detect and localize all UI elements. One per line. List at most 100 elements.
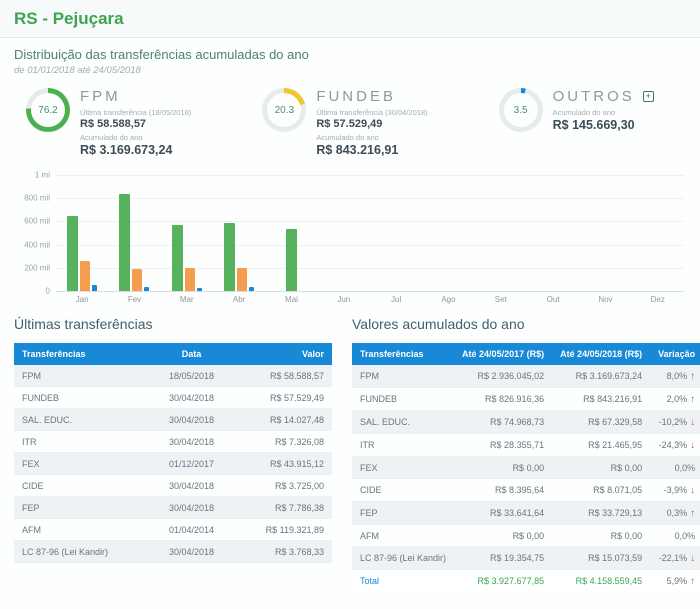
accum-2017-value: R$ 28.355,71 (454, 434, 552, 457)
fundeb-donut-chart: 20.3 (262, 88, 306, 132)
x-tick-out: Out (527, 295, 579, 304)
bar-fpm-mai[interactable] (286, 229, 297, 291)
x-tick-jul: Jul (370, 295, 422, 304)
latest-cell-8-2: R$ 3.768,33 (232, 541, 332, 563)
x-tick-nov: Nov (579, 295, 631, 304)
latest-cell-0-0: FPM (14, 365, 151, 387)
latest-cell-2-2: R$ 14.027,48 (232, 409, 332, 431)
outros-title-row: OUTROS+ (553, 88, 654, 105)
bar-outros-mar[interactable] (197, 288, 202, 291)
accum-name: FEP (352, 502, 454, 525)
x-tick-dez: Dez (632, 295, 684, 304)
accum-name: Total (352, 570, 454, 593)
x-tick-mai: Mai (265, 295, 317, 304)
month-group-mar (161, 175, 213, 291)
accum-2018-value: R$ 21.465,95 (552, 434, 650, 457)
accumulated-values-table: TransferênciasAté 24/05/2017 (R$)Até 24/… (352, 343, 700, 592)
intro-section: Distribuição das transferências acumulad… (0, 38, 700, 76)
variation-percent: 0,0% (675, 531, 696, 541)
fundeb-line-1-value: R$ 843.216,91 (316, 143, 427, 157)
accum-col-header-3: Variação (650, 343, 700, 365)
month-group-mai (265, 175, 317, 291)
outros-donut-chart: 3.5 (499, 88, 543, 132)
latest-cell-4-1: 01/12/2017 (151, 453, 233, 475)
bar-fundeb-abr[interactable] (237, 268, 247, 291)
latest-cell-4-2: R$ 43.915,12 (232, 453, 332, 475)
bar-fpm-fev[interactable] (119, 194, 130, 291)
accum-variation: 0,0% (650, 525, 700, 547)
y-tick-label: 0 (12, 287, 50, 296)
bar-outros-abr[interactable] (249, 287, 254, 291)
bar-outros-jan[interactable] (92, 285, 97, 291)
fpm-line-1-label: Acumulado do ano (80, 133, 191, 142)
bar-fpm-mar[interactable] (172, 225, 183, 291)
fpm-percent-value: 76.2 (38, 105, 57, 116)
accum-total-row: TotalR$ 3.927.677,85R$ 4.158.559,455,9%↑ (352, 570, 700, 593)
accum-name: FPM (352, 365, 454, 388)
accum-2017-value: R$ 826.916,36 (454, 388, 552, 411)
outros-line-0-label: Acumulado do ano (553, 108, 654, 117)
bar-outros-fev[interactable] (144, 287, 149, 291)
fpm-stat-body: FPMÚltima transferência (18/05/2018)R$ 5… (80, 88, 191, 157)
latest-cell-1-0: FUNDEB (14, 387, 151, 409)
accum-header-row: TransferênciasAté 24/05/2017 (R$)Até 24/… (352, 343, 700, 365)
fundeb-line-1-label: Acumulado do ano (316, 133, 427, 142)
accum-name: ITR (352, 434, 454, 457)
latest-table-row: AFM01/04/2014R$ 119.321,89 (14, 519, 332, 541)
stat-card-fundeb: 20.3FUNDEBÚltima transferência (30/04/20… (262, 88, 468, 157)
latest-transfers-title: Últimas transferências (14, 316, 332, 332)
bar-fundeb-mar[interactable] (185, 268, 195, 291)
accum-table-row: FUNDEBR$ 826.916,36R$ 843.216,912,0%↑ (352, 388, 700, 411)
x-tick-fev: Fev (108, 295, 160, 304)
variation-percent: 8,0% (667, 371, 688, 381)
accum-table-row: AFMR$ 0,00R$ 0,000,0% (352, 525, 700, 547)
outros-stat-body: OUTROS+Acumulado do anoR$ 145.669,30 (553, 88, 654, 157)
fpm-title-row: FPM (80, 88, 191, 105)
variation-up-arrow-icon: ↑ (690, 394, 695, 405)
latest-cell-6-0: FEP (14, 497, 151, 519)
accum-table-row: FEXR$ 0,00R$ 0,000,0% (352, 457, 700, 479)
accum-2017-value: R$ 33.641,64 (454, 502, 552, 525)
accum-table-row: FEPR$ 33.641,64R$ 33.729,130,3%↑ (352, 502, 700, 525)
y-tick-label: 600 mil (12, 217, 50, 226)
x-tick-ago: Ago (422, 295, 474, 304)
stats-row: 76.2 FPMÚltima transferência (18/05/2018)… (0, 76, 700, 165)
fpm-donut-hole: 76.2 (31, 93, 65, 127)
accum-name: SAL. EDUC. (352, 411, 454, 434)
bar-fpm-jan[interactable] (67, 216, 78, 291)
bar-fpm-abr[interactable] (224, 223, 235, 291)
y-tick-label: 1 mi (12, 171, 50, 180)
variation-percent: -3,9% (664, 485, 688, 495)
accum-2018-value: R$ 67.329,58 (552, 411, 650, 434)
variation-down-arrow-icon: ↓ (690, 553, 695, 564)
x-tick-mar: Mar (161, 295, 213, 304)
fpm-line-1-value: R$ 3.169.673,24 (80, 143, 191, 157)
latest-table-row: FEX01/12/2017R$ 43.915,12 (14, 453, 332, 475)
latest-table-row: FUNDEB30/04/2018R$ 57.529,49 (14, 387, 332, 409)
bar-fundeb-fev[interactable] (132, 269, 142, 291)
accum-2018-value: R$ 33.729,13 (552, 502, 650, 525)
outros-percent-value: 3.5 (514, 105, 528, 116)
variation-down-arrow-icon: ↓ (690, 440, 695, 451)
latest-cell-7-2: R$ 119.321,89 (232, 519, 332, 541)
latest-transfers-table: TransferênciasDataValorFPM18/05/2018R$ 5… (14, 343, 332, 563)
accum-2017-value: R$ 19.354,75 (454, 547, 552, 570)
accum-2018-value: R$ 0,00 (552, 525, 650, 547)
accum-table-row: ITRR$ 28.355,71R$ 21.465,95-24,3%↓ (352, 434, 700, 457)
outros-expand-plus-icon[interactable]: + (643, 91, 654, 102)
latest-cell-1-2: R$ 57.529,49 (232, 387, 332, 409)
bar-fundeb-jan[interactable] (80, 261, 90, 291)
latest-cell-7-1: 01/04/2014 (151, 519, 233, 541)
accum-2018-value: R$ 3.169.673,24 (552, 365, 650, 388)
latest-cell-3-1: 30/04/2018 (151, 431, 233, 453)
accum-2017-value: R$ 0,00 (454, 457, 552, 479)
variation-percent: 2,0% (667, 394, 688, 404)
latest-table-row: FEP30/04/2018R$ 7.786,38 (14, 497, 332, 519)
fundeb-stat-body: FUNDEBÚltima transferência (30/04/2018)R… (316, 88, 427, 157)
month-group-abr (213, 175, 265, 291)
tables-section: Últimas transferências TransferênciasDat… (0, 304, 700, 592)
latest-table-row: CIDE30/04/2018R$ 3.725,00 (14, 475, 332, 497)
variation-down-arrow-icon: ↓ (690, 417, 695, 428)
chart-x-axis: JanFevMarAbrMaiJunJulAgoSetOutNovDez (56, 291, 684, 304)
latest-table-row: ITR30/04/2018R$ 7.326,08 (14, 431, 332, 453)
